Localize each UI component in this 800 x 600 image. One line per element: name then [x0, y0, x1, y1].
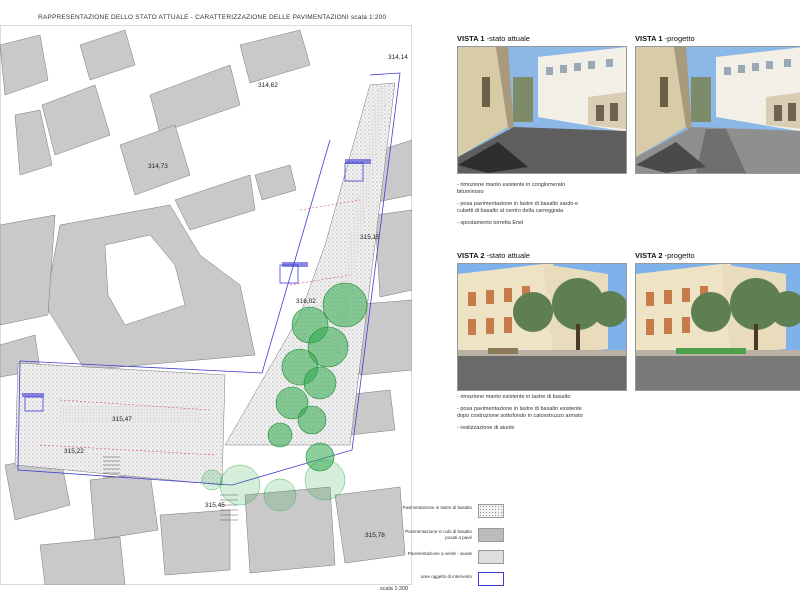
square-paving [14, 362, 226, 486]
view1-project-photo [635, 46, 800, 174]
legend-swatch-dots [478, 504, 504, 518]
note-item: - rimozione manto esistente in lastre di… [457, 394, 571, 400]
legend-item: Pavimentazione in cubi di basalto posati… [405, 526, 504, 546]
legend-item: Pavimentazione a verde - aiuole [408, 548, 504, 568]
elevation-label: 314,14 [388, 54, 408, 61]
legend-swatch-light [478, 550, 504, 564]
elevation-label: 314,62 [258, 82, 278, 89]
elevation-label: 315,15 [360, 234, 380, 241]
view2-project-title: VISTA 2 -progetto [635, 251, 695, 260]
view2-current-photo [457, 263, 627, 391]
elevation-label: 315,47 [112, 416, 132, 423]
view2-project-photo [635, 263, 800, 391]
view2-current-title: VISTA 2 -stato attuale [457, 251, 530, 260]
scale-label: scala 1:200 [380, 586, 409, 592]
note-item: - posa pavimentazione in lastre di basal… [457, 406, 583, 419]
elevation-label: 316,02 [296, 298, 316, 305]
note-item: - spostamento torretta Enel [457, 220, 524, 226]
elevation-label: 315,78 [365, 532, 385, 539]
note-item: - rimozione manto esistente in conglomer… [457, 182, 566, 195]
view2-notes: - rimozione manto esistente in lastre di… [457, 394, 587, 437]
legend-swatch-outline [478, 572, 504, 586]
legend-item: aree oggetto di intervento [414, 570, 504, 590]
note-item: - realizzazione di aiuole [457, 425, 515, 431]
sheet-title: RAPPRESENTAZIONE DELLO STATO ATTUALE - C… [38, 14, 387, 21]
elevation-label: 314,73 [148, 163, 168, 170]
site-plan-map: 314,14 314,62 314,73 315,15 316,02 315,4… [0, 25, 412, 585]
view1-project-title: VISTA 1 -progetto [635, 34, 695, 43]
legend-item: Pavimentazione in lastre di basalto [402, 502, 504, 522]
note-item: - posa pavimentazione in lastre di basal… [457, 201, 579, 214]
view1-current-title: VISTA 1 -stato attuale [457, 34, 530, 43]
view1-current-photo [457, 46, 627, 174]
legend-swatch-dark [478, 528, 504, 542]
elevation-label: 315,45 [205, 502, 225, 509]
view1-notes: - rimozione manto esistente in conglomer… [457, 182, 587, 232]
elevation-label: 315,22 [64, 448, 84, 455]
